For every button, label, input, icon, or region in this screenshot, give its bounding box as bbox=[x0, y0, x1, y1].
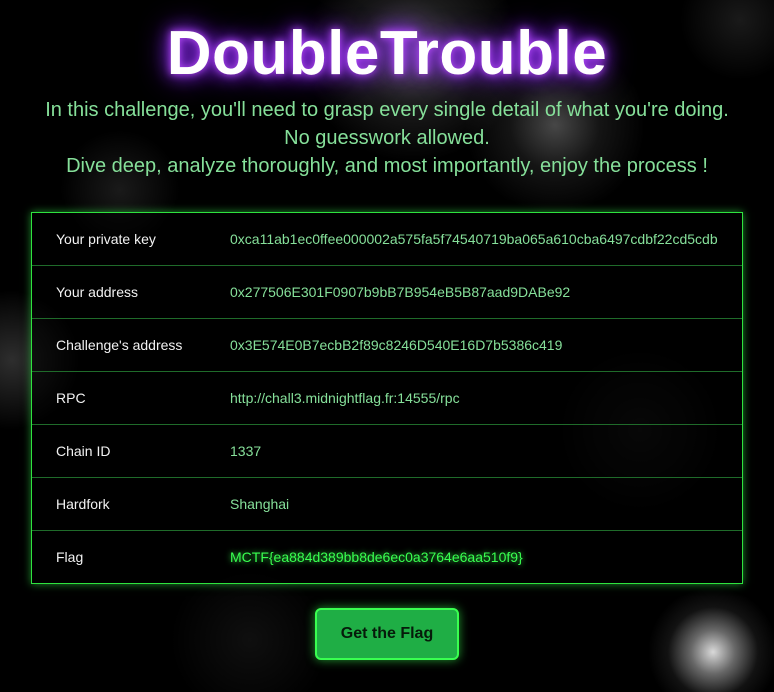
rpc-value: http://chall3.midnightflag.fr:14555/rpc bbox=[230, 390, 460, 406]
page-content: DoubleTrouble In this challenge, you'll … bbox=[0, 0, 774, 692]
info-label: Chain ID bbox=[56, 443, 111, 459]
hardfork-value: Shanghai bbox=[230, 496, 290, 512]
info-label: RPC bbox=[56, 390, 86, 406]
info-row-chain-id: Chain ID 1337 bbox=[32, 425, 742, 478]
chain-id-value: 1337 bbox=[230, 443, 262, 459]
intro-line: No guesswork allowed. bbox=[284, 127, 490, 149]
challenge-address-value: 0x3E574E0B7ecbB2f89c8246D540E16D7b5386c4… bbox=[230, 337, 563, 353]
get-flag-button[interactable]: Get the Flag bbox=[315, 608, 459, 660]
info-row-flag: Flag MCTF{ea884d389bb8de6ec0a3764e6aa510… bbox=[32, 531, 742, 583]
info-label: Challenge's address bbox=[56, 337, 183, 353]
info-row-hardfork: Hardfork Shanghai bbox=[32, 478, 742, 531]
info-row-rpc: RPC http://chall3.midnightflag.fr:14555/… bbox=[32, 372, 742, 425]
info-row-private-key: Your private key 0xca11ab1ec0ffee000002a… bbox=[32, 213, 742, 266]
intro-line: Dive deep, analyze thoroughly, and most … bbox=[66, 155, 708, 177]
challenge-info-table: Your private key 0xca11ab1ec0ffee000002a… bbox=[31, 212, 743, 584]
info-label: Hardfork bbox=[56, 496, 110, 512]
address-value: 0x277506E301F0907b9bB7B954eB5B87aad9DABe… bbox=[230, 284, 571, 300]
challenge-intro: In this challenge, you'll need to grasp … bbox=[0, 96, 774, 180]
private-key-value: 0xca11ab1ec0ffee000002a575fa5f74540719ba… bbox=[230, 231, 718, 247]
info-label: Your private key bbox=[56, 231, 156, 247]
info-row-address: Your address 0x277506E301F0907b9bB7B954e… bbox=[32, 266, 742, 319]
info-label: Your address bbox=[56, 284, 138, 300]
page-title: DoubleTrouble bbox=[166, 19, 608, 88]
flag-value: MCTF{ea884d389bb8de6ec0a3764e6aa510f9} bbox=[230, 549, 523, 565]
intro-line: In this challenge, you'll need to grasp … bbox=[45, 99, 729, 121]
info-row-challenge-address: Challenge's address 0x3E574E0B7ecbB2f89c… bbox=[32, 319, 742, 372]
info-label: Flag bbox=[56, 549, 84, 565]
